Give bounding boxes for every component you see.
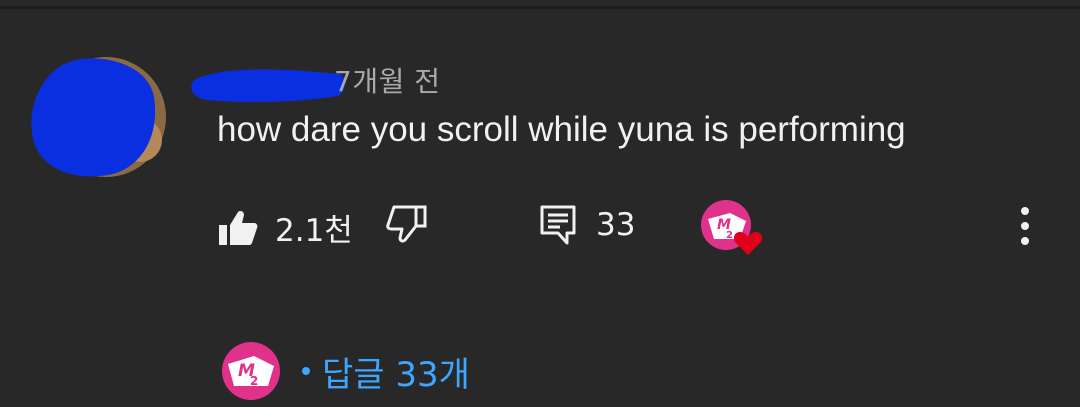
more-vertical-icon[interactable] [1012, 205, 1038, 247]
thumbs-up-icon [219, 210, 258, 245]
comment-timestamp[interactable]: 7개월 전 [334, 60, 441, 100]
divider [0, 6, 1080, 9]
like-button[interactable]: 2.1천 [218, 205, 353, 250]
view-replies-link[interactable]: 답글 33개 [302, 347, 470, 396]
comment-icon [540, 205, 576, 245]
comment-meta: 7개월 전 [190, 56, 490, 103]
redacted-username[interactable] [190, 62, 348, 106]
bullet-dot [302, 367, 310, 375]
svg-text:2: 2 [726, 230, 733, 241]
view-replies-row[interactable]: M 2 답글 33개 [216, 340, 470, 402]
reply-count: 33 [596, 207, 636, 243]
dislike-button[interactable] [386, 205, 428, 243]
channel-avatar: M 2 [222, 342, 280, 400]
svg-text:2: 2 [250, 374, 258, 388]
like-count: 2.1천 [275, 213, 353, 249]
replies-label: 답글 33개 [322, 354, 470, 395]
reply-button[interactable]: 33 [540, 205, 635, 245]
comment-thread: 7개월 전 how dare you scroll while yuna is … [0, 0, 1080, 407]
commenter-avatar[interactable] [30, 55, 170, 179]
thumbs-down-icon [386, 205, 427, 243]
creator-heart-icon: M 2 [701, 200, 763, 255]
comment-text: how dare you scroll while yuna is perfor… [217, 110, 906, 149]
